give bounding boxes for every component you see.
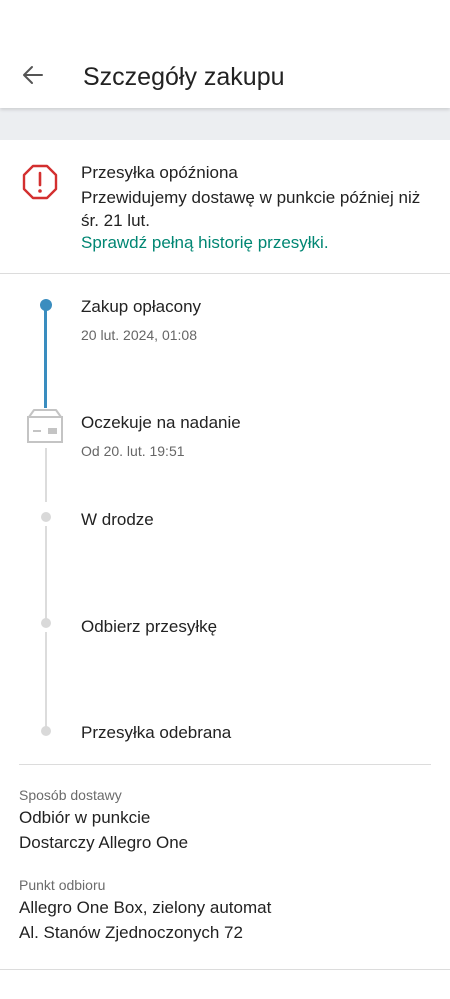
step-title: W drodze	[81, 510, 154, 529]
pickup-point-name: Allegro One Box, zielony automat	[19, 898, 272, 917]
step-date: 20 lut. 2024, 01:08	[81, 327, 197, 343]
alert-text: Przewidujemy dostawę w punkcie później n…	[81, 188, 421, 230]
step-title: Oczekuje na nadanie	[81, 413, 241, 432]
back-button[interactable]	[18, 60, 48, 90]
page-title: Szczegóły zakupu	[83, 63, 285, 91]
step-dot	[41, 618, 51, 628]
delivery-carrier: Dostarczy Allegro One	[19, 833, 189, 852]
delivery-method-value: Odbiór w punkcie	[19, 808, 151, 827]
warning-octagon-icon	[22, 164, 58, 200]
step-title: Przesyłka odebrana	[81, 723, 232, 742]
step-dot	[41, 726, 51, 736]
alert-title: Przesyłka opóźniona	[81, 163, 238, 182]
step-title: Zakup opłacony	[81, 297, 202, 316]
timeline-line	[45, 632, 47, 730]
app-header: Szczegóły zakupu	[0, 0, 450, 108]
pickup-point-address: Al. Stanów Zjednoczonych 72	[19, 923, 243, 942]
step-date: Od 20. lut. 19:51	[81, 443, 185, 459]
bottom-divider	[0, 969, 450, 970]
step-title: Odbierz przesyłkę	[81, 617, 218, 636]
step-dot-completed	[40, 299, 52, 311]
section-divider	[19, 764, 431, 765]
delay-alert: Przesyłka opóźniona Przewidujemy dostawę…	[0, 140, 450, 274]
shipment-history-link[interactable]: Sprawdź pełną historię przesyłki.	[81, 232, 329, 254]
pickup-point-label: Punkt odbioru	[19, 877, 106, 893]
step-dot	[41, 512, 51, 522]
package-box-icon	[26, 408, 64, 444]
arrow-left-icon	[23, 66, 43, 84]
timeline-line	[45, 526, 47, 624]
timeline-line	[45, 448, 47, 502]
delivery-method-label: Sposób dostawy	[19, 787, 122, 803]
order-timeline: Zakup opłacony 20 lut. 2024, 01:08 Oczek…	[0, 274, 450, 764]
section-spacer	[0, 108, 450, 140]
